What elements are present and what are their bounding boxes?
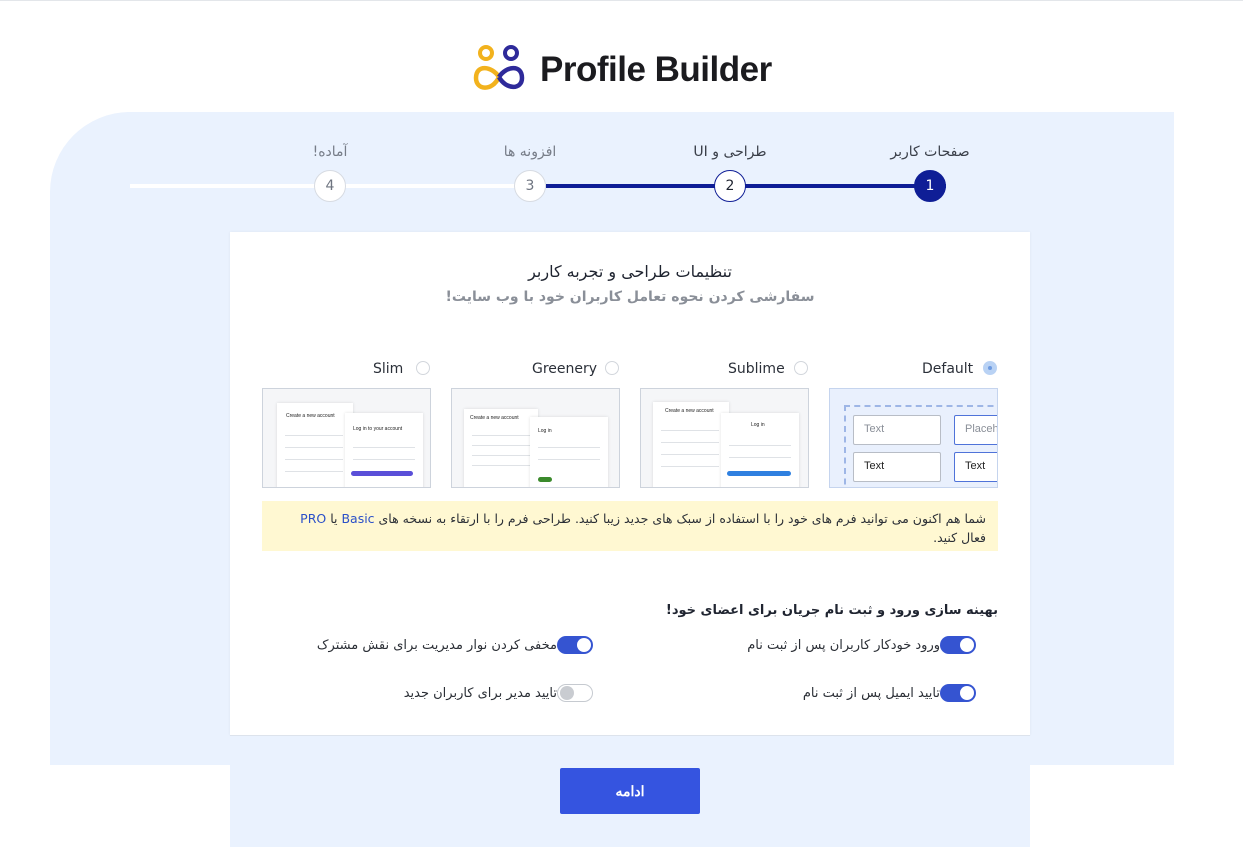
preview-field: Text <box>853 415 941 445</box>
notice-text-before: شما هم اکنون می توانید فرم های خود را با… <box>374 511 986 526</box>
preview-line <box>285 447 343 448</box>
preview-line <box>661 430 719 431</box>
template-label-slim: Slim <box>373 361 404 377</box>
preview-login-title: Log in <box>751 422 765 428</box>
preview-line <box>285 459 343 460</box>
preview-login-title: Log in to your account <box>353 426 403 432</box>
preview-line <box>661 442 719 443</box>
brand-name: Profile Builder <box>540 50 772 89</box>
template-preview-slim[interactable]: Create a new account Log in to your acco… <box>262 388 431 488</box>
preview-line <box>538 447 600 448</box>
preview-register-title: Create a new account <box>286 413 335 419</box>
preview-line <box>661 466 719 467</box>
profile-builder-logo-icon <box>473 45 525 90</box>
preview-line <box>472 455 530 456</box>
auto-login-label: ورود خودکار کاربران پس از ثبت نام <box>747 637 940 653</box>
step-label-1: صفحات کاربر <box>890 144 970 160</box>
step-4-circle[interactable]: 4 <box>314 170 346 202</box>
admin-approval-toggle[interactable] <box>557 684 593 702</box>
hide-admin-bar-toggle[interactable] <box>557 636 593 654</box>
step-label-4: آماده! <box>312 144 348 160</box>
preview-line <box>285 471 343 472</box>
template-radio-default[interactable] <box>983 361 997 375</box>
notice-text-or: یا <box>326 511 342 526</box>
preview-register-form: Create a new account <box>653 402 729 487</box>
preview-line <box>661 454 719 455</box>
step-3-circle[interactable]: 3 <box>514 170 546 202</box>
preview-login-form: Log in <box>530 417 608 487</box>
template-preview-greenery[interactable]: Create a new account Log in <box>451 388 620 488</box>
preview-line <box>285 435 343 436</box>
preview-button <box>538 477 552 482</box>
notice-text-after: فعال کنید. <box>933 530 986 545</box>
preview-field: Text <box>853 452 941 482</box>
option-email-confirmation[interactable]: تایید ایمیل پس از ثبت نام <box>803 684 976 702</box>
steps-progress <box>546 184 946 188</box>
preview-line <box>472 465 530 466</box>
template-radio-slim[interactable] <box>416 361 430 375</box>
basic-link[interactable]: Basic <box>341 511 374 526</box>
card-subtitle: سفارشی کردن نحوه تعامل کاربران خود با وب… <box>445 289 815 305</box>
brand-logo: Profile Builder <box>472 44 772 96</box>
step-label-3: افزونه ها <box>503 144 557 160</box>
preview-line <box>472 435 530 436</box>
option-auto-login[interactable]: ورود خودکار کاربران پس از ثبت نام <box>747 636 976 654</box>
preview-register-title: Create a new account <box>665 408 714 414</box>
preview-button <box>351 471 413 476</box>
email-confirmation-label: تایید ایمیل پس از ثبت نام <box>802 685 940 701</box>
card-title: تنظیمات طراحی و تجربه کاربر <box>528 262 732 281</box>
preview-login-title: Log in <box>538 428 552 434</box>
option-admin-approval[interactable]: تایید مدیر برای کاربران جدید <box>404 684 593 702</box>
pro-link[interactable]: PRO <box>300 511 326 526</box>
options-heading: بهینه سازی ورود و ثبت نام جریان برای اعض… <box>665 603 998 618</box>
hide-admin-bar-label: مخفی کردن نوار مدیریت برای نقش مشترک <box>316 637 557 653</box>
admin-approval-label: تایید مدیر برای کاربران جدید <box>403 685 557 701</box>
template-label-greenery: Greenery <box>532 361 598 377</box>
top-divider <box>0 0 1243 1</box>
preview-line <box>538 459 600 460</box>
preview-line <box>729 457 791 458</box>
continue-button[interactable]: ادامه <box>560 768 700 814</box>
preview-line <box>729 445 791 446</box>
preview-login-form: Log in <box>721 413 799 487</box>
preview-register-title: Create a new account <box>470 415 519 421</box>
template-radio-sublime[interactable] <box>794 361 808 375</box>
option-hide-admin-bar[interactable]: مخفی کردن نوار مدیریت برای نقش مشترک <box>317 636 593 654</box>
template-preview-sublime[interactable]: Create a new account Log in <box>640 388 809 488</box>
preview-field: Text <box>954 452 997 482</box>
step-1-circle[interactable]: 1 <box>914 170 946 202</box>
preview-register-form: Create a new account <box>464 409 538 487</box>
preview-line <box>353 459 415 460</box>
template-radio-greenery[interactable] <box>605 361 619 375</box>
preview-register-form: Create a new account <box>277 403 353 487</box>
auto-login-toggle[interactable] <box>940 636 976 654</box>
preview-line <box>353 447 415 448</box>
upgrade-notice: شما هم اکنون می توانید فرم های خود را با… <box>262 501 998 551</box>
step-label-2: طراحی و UI <box>693 144 767 160</box>
template-label-sublime: Sublime <box>728 361 785 377</box>
email-confirmation-toggle[interactable] <box>940 684 976 702</box>
preview-button <box>727 471 791 476</box>
preview-field: Placeholder <box>954 415 997 445</box>
step-2-circle[interactable]: 2 <box>714 170 746 202</box>
template-label-default: Default <box>922 361 974 377</box>
preview-login-form: Log in to your account <box>345 413 423 487</box>
preview-line <box>472 445 530 446</box>
template-preview-default[interactable]: Text Placeholder Text Text <box>829 388 998 488</box>
